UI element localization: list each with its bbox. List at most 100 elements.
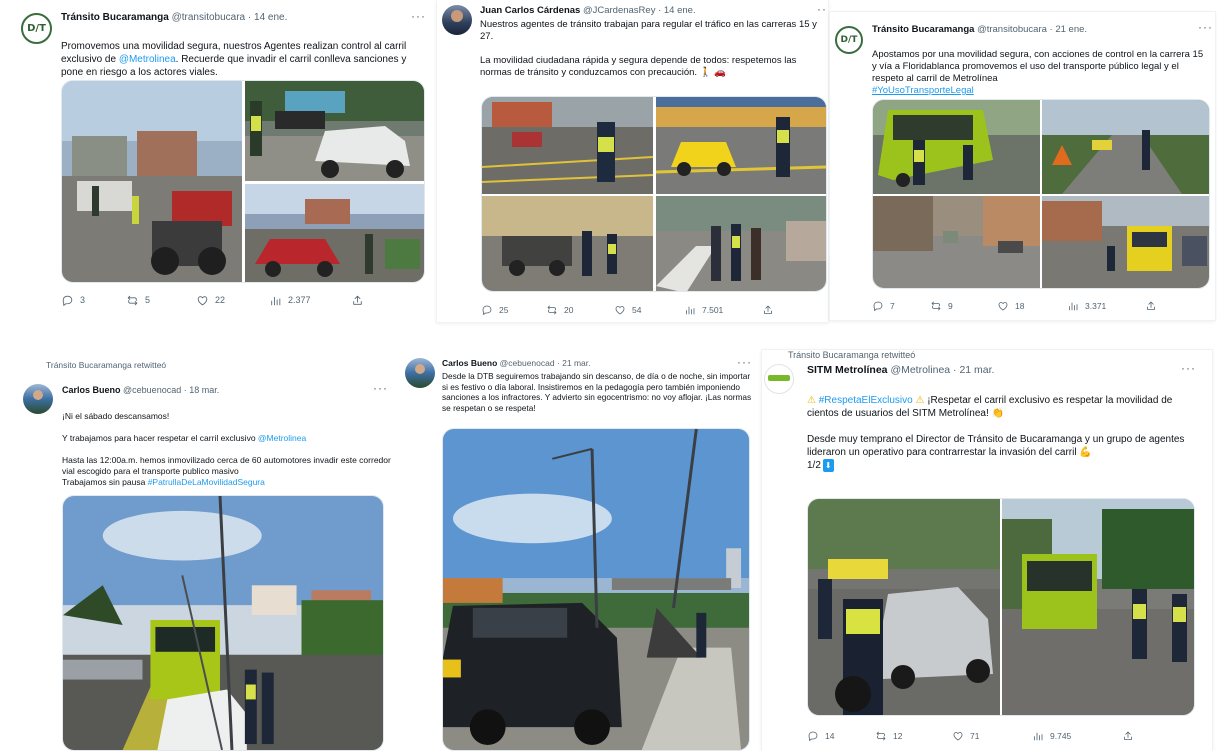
author-handle[interactable]: @cebuenocad · 18 mar. — [123, 385, 219, 395]
tweet-card-1[interactable]: D/T Tránsito Bucaramanga @transitobucara… — [0, 0, 433, 316]
hashtag-link[interactable]: #YoUsoTransporteLegal — [872, 85, 974, 96]
author-handle[interactable]: @transitobucara · 21 ene. — [977, 24, 1087, 35]
like-button[interactable]: 18 — [997, 300, 1024, 312]
dtb-logo-icon: D/T — [840, 35, 858, 45]
author-name[interactable]: Tránsito Bucaramanga — [61, 12, 169, 23]
photo-street-buildings[interactable] — [873, 196, 1040, 289]
photo-suv-station[interactable] — [442, 428, 750, 751]
tweet-text: ¡Ni el sábado descansamos! Y trabajamos p… — [62, 400, 394, 488]
like-button[interactable]: 71 — [952, 730, 979, 742]
photo-tow-operation[interactable] — [482, 196, 653, 292]
tweet-media-grid[interactable] — [61, 80, 425, 283]
share-button[interactable] — [351, 294, 364, 307]
more-options-icon[interactable]: ··· — [737, 355, 752, 369]
hashtag-link[interactable]: #PatrullaDeLaMovilidadSegura — [148, 477, 265, 487]
retweet-count: 20 — [564, 305, 574, 315]
tweet-date[interactable]: · 14 ene. — [248, 12, 287, 23]
photo-tow-truck[interactable] — [62, 81, 242, 283]
photo-road-trees[interactable] — [1042, 100, 1210, 194]
tweet-card-6[interactable]: Tránsito Bucaramanga retwitteó SITM Metr… — [762, 350, 1212, 751]
views-button[interactable]: 9.745 — [1032, 730, 1071, 742]
views-button[interactable]: 2.377 — [269, 294, 311, 307]
retweet-button[interactable]: 9 — [930, 300, 953, 312]
tweet-media-grid[interactable] — [481, 96, 827, 292]
tweet-card-5[interactable]: Carlos Bueno @cebuenocad · 21 mar. ··· D… — [400, 352, 760, 751]
reply-button[interactable]: 25 — [481, 304, 508, 316]
retweeted-by-label[interactable]: Tránsito Bucaramanga retwitteó — [788, 350, 915, 360]
reply-button[interactable]: 14 — [807, 730, 834, 742]
tweet-media-grid[interactable] — [872, 99, 1210, 289]
avatar[interactable]: D/T — [835, 26, 863, 54]
views-button[interactable]: 3.371 — [1067, 300, 1106, 312]
more-options-icon[interactable]: ··· — [373, 381, 388, 395]
photo-yellow-bus[interactable] — [1042, 196, 1210, 289]
photo-bus-white-car[interactable] — [62, 495, 384, 751]
hashtag-link[interactable]: #RespetaElExclusivo — [819, 395, 913, 406]
like-button[interactable]: 22 — [196, 294, 225, 307]
reply-button[interactable]: 3 — [61, 294, 85, 307]
author-name[interactable]: Tránsito Bucaramanga — [872, 24, 974, 35]
retweet-icon — [546, 304, 558, 316]
tweet-text: Nuestros agentes de tránsito trabajan pa… — [480, 19, 817, 78]
views-icon — [1032, 730, 1044, 742]
mention-link[interactable]: @Metrolinea — [258, 433, 306, 443]
share-button[interactable] — [1122, 730, 1134, 742]
author-handle[interactable]: @cebuenocad · 21 mar. — [500, 358, 591, 368]
author-name[interactable]: Carlos Bueno — [442, 358, 497, 368]
author-name[interactable]: SITM Metrolínea — [807, 364, 888, 376]
more-options-icon[interactable]: ··· — [1181, 361, 1196, 375]
tweet-text: Promovemos una movilidad segura, nuestro… — [61, 27, 421, 79]
avatar[interactable] — [405, 358, 435, 388]
like-count: 22 — [215, 295, 226, 305]
views-count: 2.377 — [288, 295, 311, 305]
photo-green-bus[interactable] — [873, 100, 1040, 194]
photo-yellow-taxi[interactable] — [656, 97, 827, 194]
reply-count: 25 — [499, 305, 509, 315]
tweet-header: Carlos Bueno @cebuenocad · 18 mar. — [62, 385, 219, 396]
more-options-icon[interactable]: ··· — [1198, 20, 1213, 34]
tweet-header: Carlos Bueno @cebuenocad · 21 mar. — [442, 358, 591, 368]
photo-agents-street[interactable] — [656, 196, 827, 292]
retweeted-by-label[interactable]: Tránsito Bucaramanga retwitteó — [46, 360, 166, 370]
share-button[interactable] — [762, 304, 774, 316]
avatar[interactable]: D/T — [21, 13, 52, 44]
author-handle[interactable]: @Metrolinea · 21 mar. — [890, 364, 994, 376]
photo-white-suv[interactable] — [245, 81, 425, 181]
reply-button[interactable]: 7 — [872, 300, 895, 312]
tweet-text: Desde la DTB seguiremos trabajando sin d… — [442, 371, 752, 413]
mention-link[interactable]: @Metrolinea — [119, 54, 176, 65]
more-options-icon[interactable]: ··· — [411, 9, 426, 23]
avatar[interactable] — [442, 5, 472, 35]
retweet-button[interactable]: 12 — [875, 730, 902, 742]
tweet-actions: 7 9 18 3.371 — [872, 298, 1210, 314]
author-handle[interactable]: @transitobucara — [172, 12, 246, 23]
retweet-button[interactable]: 20 — [546, 304, 573, 316]
author-name[interactable]: Carlos Bueno — [62, 385, 121, 395]
tweet-text-part: Apostamos por una movilidad segura, con … — [872, 49, 1204, 84]
avatar[interactable] — [764, 364, 794, 394]
like-count: 18 — [1015, 301, 1025, 311]
share-button[interactable] — [1145, 300, 1157, 312]
tweet-media-grid[interactable] — [807, 498, 1195, 716]
tweet-card-3[interactable]: D/T Tránsito Bucaramanga @transitobucara… — [830, 12, 1215, 320]
more-options-icon[interactable]: ··· — [817, 2, 828, 16]
photo-white-bmw[interactable] — [808, 499, 1000, 716]
photo-red-car[interactable] — [245, 184, 425, 283]
reply-icon — [872, 300, 884, 312]
tweet-line: Y trabajamos para hacer respetar el carr… — [62, 433, 258, 443]
reply-count: 14 — [825, 731, 835, 741]
author-name[interactable]: Juan Carlos Cárdenas — [480, 5, 580, 16]
retweet-button[interactable]: 5 — [126, 294, 150, 307]
tweet-header: Tránsito Bucaramanga @transitobucara · 1… — [61, 12, 287, 24]
views-icon — [1067, 300, 1079, 312]
avatar[interactable] — [23, 384, 53, 414]
tweet-text: Apostamos por una movilidad segura, con … — [872, 37, 1210, 97]
photo-green-bus-road[interactable] — [1002, 499, 1195, 716]
views-button[interactable]: 7.501 — [684, 304, 723, 316]
author-handle[interactable]: @JCardenasRey · 14 ene. — [583, 5, 696, 16]
tweet-card-2[interactable]: Juan Carlos Cárdenas @JCardenasRey · 14 … — [437, 0, 828, 322]
like-button[interactable]: 54 — [614, 304, 641, 316]
tweet-card-4[interactable]: Tránsito Bucaramanga retwitteó Carlos Bu… — [18, 358, 398, 751]
photo-agent-intersection[interactable] — [482, 97, 653, 194]
like-count: 54 — [632, 305, 642, 315]
